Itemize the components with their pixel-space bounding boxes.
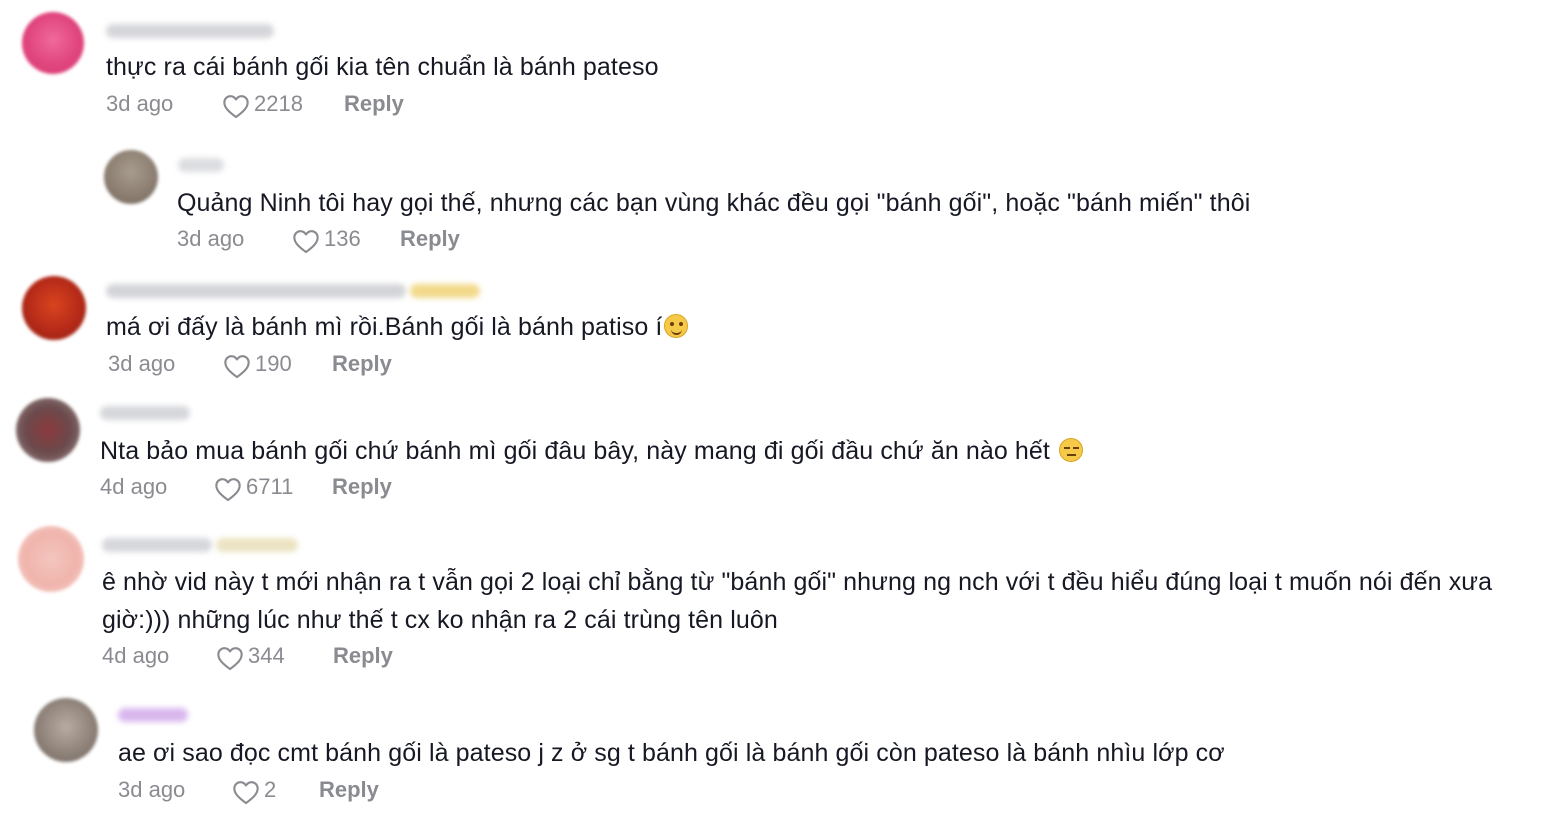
- reply-button[interactable]: Reply: [333, 641, 393, 671]
- like-count: 2218: [254, 91, 303, 116]
- comment-timestamp: 4d ago: [100, 474, 168, 499]
- heart-outline-icon: [293, 229, 319, 253]
- comment-meta: 4d ago 344 Reply: [102, 641, 502, 671]
- username-badge-redacted: [410, 284, 480, 298]
- reply-button[interactable]: Reply: [400, 224, 460, 254]
- heart-outline-icon: [233, 780, 259, 804]
- like-button[interactable]: 136: [292, 224, 361, 254]
- like-count: 136: [324, 226, 361, 251]
- avatar[interactable]: [104, 150, 158, 204]
- comment-text: thực ra cái bánh gối kia tên chuẩn là bá…: [106, 53, 659, 81]
- heart-outline-icon: [215, 477, 241, 501]
- username-redacted[interactable]: [106, 24, 274, 38]
- username-redacted[interactable]: [178, 158, 224, 172]
- avatar[interactable]: [34, 698, 98, 762]
- reply-button[interactable]: Reply: [332, 349, 392, 379]
- like-count: 190: [255, 351, 292, 376]
- like-count: 6711: [246, 474, 294, 499]
- like-count: 2: [264, 777, 277, 802]
- like-button[interactable]: 344: [216, 641, 285, 671]
- comment-meta: 3d ago 2218 Reply: [106, 89, 506, 119]
- comment-timestamp: 3d ago: [108, 351, 176, 376]
- avatar[interactable]: [22, 12, 84, 74]
- comment-meta: 3d ago 190 Reply: [108, 349, 508, 379]
- comment-timestamp: 4d ago: [102, 643, 170, 668]
- reply-button[interactable]: Reply: [344, 89, 404, 119]
- comment-text: Quảng Ninh tôi hay gọi thế, nhưng các bạ…: [177, 189, 1251, 217]
- comment-timestamp: 3d ago: [177, 226, 245, 251]
- reply-button[interactable]: Reply: [319, 775, 379, 805]
- like-button[interactable]: 2: [232, 775, 276, 805]
- username-badge-redacted: [216, 538, 298, 552]
- heart-outline-icon: [217, 646, 243, 670]
- expressionless-face-emoji: [1059, 438, 1084, 462]
- comment-text: Nta bảo mua bánh gối chứ bánh mì gối đâu…: [100, 432, 1084, 470]
- comment-meta: 4d ago 6711 Reply: [100, 472, 500, 502]
- heart-outline-icon: [223, 94, 249, 118]
- comment-meta: 3d ago 136 Reply: [177, 224, 577, 254]
- comment-text: ê nhờ vid này t mới nhận ra t vẫn gọi 2 …: [102, 568, 1493, 634]
- username-redacted[interactable]: [102, 538, 212, 552]
- username-redacted[interactable]: [118, 708, 188, 722]
- comment-timestamp: 3d ago: [106, 91, 174, 116]
- like-button[interactable]: 6711: [214, 472, 293, 502]
- avatar[interactable]: [18, 526, 84, 592]
- avatar[interactable]: [22, 276, 86, 340]
- comment-text: ae ơi sao đọc cmt bánh gối là pateso j z…: [118, 739, 1225, 767]
- comment-meta: 3d ago 2 Reply: [118, 775, 518, 805]
- comment-text-content: Nta bảo mua bánh gối chứ bánh mì gối đâu…: [100, 437, 1050, 465]
- like-button[interactable]: 2218: [222, 89, 303, 119]
- avatar[interactable]: [16, 398, 80, 462]
- username-redacted[interactable]: [106, 284, 406, 298]
- like-count: 344: [248, 643, 285, 668]
- reply-button[interactable]: Reply: [332, 472, 392, 502]
- username-redacted[interactable]: [100, 406, 190, 420]
- smiling-face-emoji: [664, 314, 689, 338]
- comment-text-content: má ơi đấy là bánh mì rồi.Bánh gối là bán…: [106, 313, 663, 341]
- heart-outline-icon: [224, 354, 250, 378]
- comment-text: má ơi đấy là bánh mì rồi.Bánh gối là bán…: [106, 308, 689, 346]
- comment-timestamp: 3d ago: [118, 777, 186, 802]
- like-button[interactable]: 190: [223, 349, 292, 379]
